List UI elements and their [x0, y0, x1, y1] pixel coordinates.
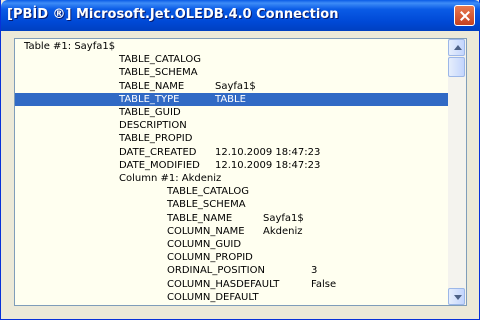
connection-window: [PBİD ®] Microsoft.Jet.OLEDB.4.0 Connect…	[0, 0, 480, 320]
list-item[interactable]: TABLE_SCHEMA	[15, 198, 448, 211]
item-name: DATE_CREATED	[119, 146, 197, 158]
list-item[interactable]: DESCRIPTION	[15, 119, 448, 132]
item-name: DATE_MODIFIED	[119, 159, 200, 171]
list-item[interactable]: TABLE_CATALOG	[15, 185, 448, 198]
scroll-thumb[interactable]	[448, 57, 465, 77]
list-item[interactable]: TABLE_TYPE TABLE	[15, 92, 448, 106]
item-name: COLUMN_FLAGS	[167, 304, 248, 305]
list-item[interactable]: DATE_MODIFIED 12.10.2009 18:47:23	[15, 159, 448, 172]
list-item[interactable]: ORDINAL_POSITION 3	[15, 264, 448, 277]
list-item[interactable]: Table #1: Sayfa1$	[15, 40, 448, 53]
vertical-scrollbar[interactable]	[448, 39, 466, 305]
item-name: Column #1: Akdeniz	[119, 173, 222, 184]
list-item[interactable]: Column #1: Akdeniz	[15, 172, 448, 185]
item-value: 3	[311, 265, 318, 277]
item-value: Akdeniz	[263, 225, 303, 237]
scroll-up-button[interactable]	[448, 39, 465, 56]
list-item[interactable]: COLUMN_NAME Akdeniz	[15, 225, 448, 238]
item-name: COLUMN_PROPID	[167, 252, 253, 264]
schema-listbox[interactable]: Table #1: Sayfa1$ TABLE_CATALOG TABLE_SCHE…	[14, 38, 467, 306]
list-item[interactable]: COLUMN_FLAGS 106	[15, 304, 448, 305]
item-value: TABLE	[215, 93, 246, 105]
scroll-down-button[interactable]	[448, 288, 465, 305]
list-item[interactable]: TABLE_SCHEMA	[15, 66, 448, 79]
item-name: TABLE_NAME	[167, 212, 233, 224]
item-name: COLUMN_DEFAULT	[167, 291, 259, 303]
arrow-down-icon	[454, 295, 462, 300]
list-item[interactable]: COLUMN_GUID	[15, 238, 448, 251]
item-value: 106	[264, 304, 283, 305]
list-item[interactable]: COLUMN_DEFAULT	[15, 291, 448, 304]
item-value: 12.10.2009 18:47:23	[215, 146, 321, 158]
item-name: TABLE_CATALOG	[167, 186, 249, 198]
item-name: TABLE_CATALOG	[119, 54, 201, 66]
item-name: COLUMN_NAME	[167, 225, 245, 237]
list-item[interactable]: COLUMN_PROPID	[15, 251, 448, 264]
item-name: TABLE_SCHEMA	[119, 67, 198, 79]
window-title: [PBİD ®] Microsoft.Jet.OLEDB.4.0 Connect…	[7, 7, 339, 22]
title-bar[interactable]: [PBİD ®] Microsoft.Jet.OLEDB.4.0 Connect…	[1, 0, 480, 31]
item-value: 12.10.2009 18:47:23	[215, 159, 321, 171]
item-name: ORDINAL_POSITION	[167, 265, 265, 277]
arrow-up-icon	[454, 45, 462, 50]
item-name: TABLE_GUID	[119, 107, 181, 118]
list-item[interactable]: TABLE_PROPID	[15, 132, 448, 145]
list-item[interactable]: TABLE_GUID	[15, 106, 448, 119]
item-value: Sayfa1$	[263, 212, 304, 224]
list-item[interactable]: COLUMN_HASDEFAULT False	[15, 278, 448, 291]
list-item[interactable]: TABLE_NAME Sayfa1$	[15, 212, 448, 225]
list-item[interactable]: TABLE_NAME Sayfa1$	[15, 80, 448, 93]
item-name: TABLE_TYPE	[119, 93, 180, 105]
close-button[interactable]	[454, 5, 475, 26]
item-name: TABLE_SCHEMA	[167, 199, 246, 211]
item-name: TABLE_PROPID	[119, 133, 193, 145]
item-name: COLUMN_HASDEFAULT	[167, 278, 280, 290]
list-item[interactable]: DATE_CREATED 12.10.2009 18:47:23	[15, 146, 448, 159]
item-value: False	[311, 278, 337, 290]
item-name: COLUMN_GUID	[167, 239, 242, 250]
item-name: Table #1: Sayfa1$	[24, 41, 116, 52]
item-name: TABLE_NAME	[119, 80, 185, 92]
item-name: DESCRIPTION	[119, 120, 187, 132]
list-item[interactable]: TABLE_CATALOG	[15, 53, 448, 66]
item-value: Sayfa1$	[215, 80, 256, 92]
